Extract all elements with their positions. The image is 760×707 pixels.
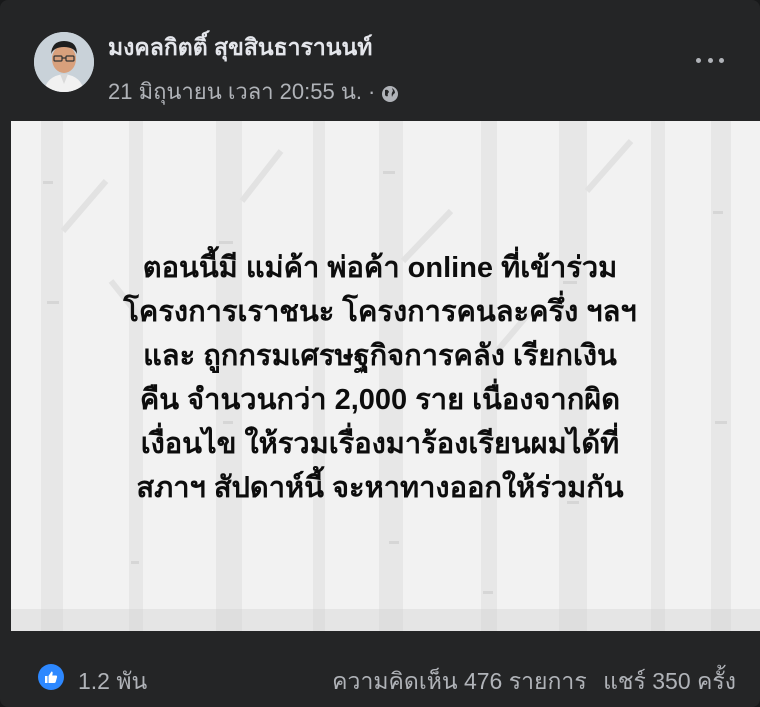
more-options-icon[interactable] <box>690 46 730 74</box>
post-text-line: ตอนนี้มี แม่ค้า พ่อค้า online ที่เข้าร่ว… <box>142 252 618 284</box>
reaction-count[interactable]: 1.2 พัน <box>78 664 147 700</box>
post-text-line: และ ถูกกรมเศรษฐกิจการคลัง เรียกเงิน <box>143 340 617 372</box>
author-avatar[interactable] <box>34 32 94 92</box>
post-header: มงคลกิตติ์ สุขสินธารานนท์ 21 มิถุนายน เว… <box>0 0 760 120</box>
post-card: มงคลกิตติ์ สุขสินธารานนท์ 21 มิถุนายน เว… <box>0 0 760 707</box>
author-name[interactable]: มงคลกิตติ์ สุขสินธารานนท์ <box>108 30 372 66</box>
like-thumb-icon[interactable] <box>38 664 64 690</box>
post-text-line: สภาฯ สัปดาห์นี้ จะหาทางออกให้ร่วมกัน <box>136 472 624 504</box>
globe-icon[interactable] <box>381 83 399 102</box>
meta-separator: · <box>367 78 376 104</box>
post-text-line: โครงการเราชนะ โครงการคนละครึ่ง ฯลฯ <box>123 296 637 328</box>
post-text-line: คืน จำนวนกว่า 2,000 ราย เนื่องจากผิด <box>139 384 621 416</box>
post-timestamp[interactable]: 21 มิถุนายน เวลา 20:55 น. <box>108 74 362 109</box>
post-text-line: เงื่อนไข ให้รวมเรื่องมาร้องเรียนผมได้ที่ <box>140 428 620 460</box>
post-background-image: ตอนนี้มี แม่ค้า พ่อค้า online ที่เข้าร่ว… <box>11 121 760 631</box>
post-meta: 21 มิถุนายน เวลา 20:55 น. · <box>108 74 399 109</box>
post-footer: 1.2 พัน ความคิดเห็น 476 รายการ แชร์ 350 … <box>0 640 760 707</box>
post-stats: ความคิดเห็น 476 รายการ แชร์ 350 ครั้ง <box>332 664 736 700</box>
comment-count[interactable]: ความคิดเห็น 476 รายการ <box>332 668 587 694</box>
share-count[interactable]: แชร์ 350 ครั้ง <box>603 668 736 694</box>
post-text: ตอนนี้มี แม่ค้า พ่อค้า online ที่เข้าร่ว… <box>11 246 760 510</box>
